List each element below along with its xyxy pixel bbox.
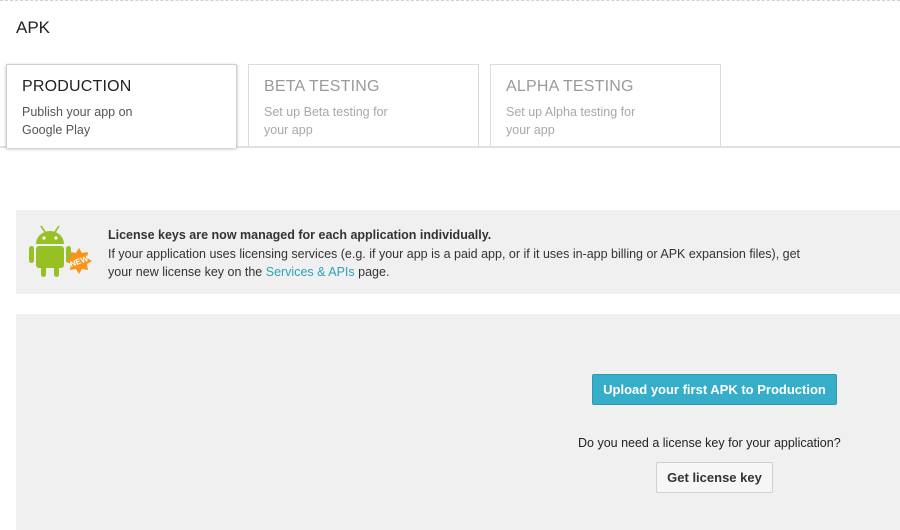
tab-beta-testing-description: Set up Beta testing for your app — [264, 105, 388, 137]
upload-apk-button[interactable]: Upload your first APK to Production — [592, 374, 837, 405]
notice-text: License keys are now managed for each ap… — [108, 226, 808, 282]
page-title: APK — [16, 18, 51, 37]
notice-body-text: If your application uses licensing servi… — [108, 246, 801, 280]
license-key-question: Do you need a license key for your appli… — [578, 436, 841, 450]
get-license-key-button[interactable]: Get license key — [656, 462, 773, 493]
android-new-icon: NEW — [28, 222, 98, 284]
tab-alpha-testing[interactable]: ALPHA TESTING Set up Alpha testing for y… — [490, 64, 721, 146]
tab-production-title: PRODUCTION — [22, 78, 132, 95]
upload-panel: Upload your first APK to Production Do y… — [16, 314, 900, 530]
notice-body: If your application uses licensing servi… — [108, 245, 808, 282]
tab-alpha-testing-description: Set up Alpha testing for your app — [506, 105, 636, 137]
tab-production[interactable]: PRODUCTION Publish your app on Google Pl… — [6, 64, 237, 148]
release-tabs: PRODUCTION Publish your app on Google Pl… — [0, 64, 900, 148]
notice-headline: License keys are now managed for each ap… — [108, 228, 492, 242]
notice-body-suffix: page. — [354, 265, 390, 279]
tab-production-description: Publish your app on Google Play — [22, 105, 133, 137]
tab-alpha-testing-title: ALPHA TESTING — [506, 78, 634, 95]
services-apis-link[interactable]: Services & APIs — [266, 265, 355, 279]
apk-page: APK PRODUCTION Publish your app on Googl… — [0, 0, 900, 530]
tab-beta-testing-title: BETA TESTING — [264, 78, 380, 95]
license-keys-notice: NEW License keys are now managed for eac… — [16, 210, 900, 294]
tab-beta-testing[interactable]: BETA TESTING Set up Beta testing for you… — [248, 64, 479, 146]
